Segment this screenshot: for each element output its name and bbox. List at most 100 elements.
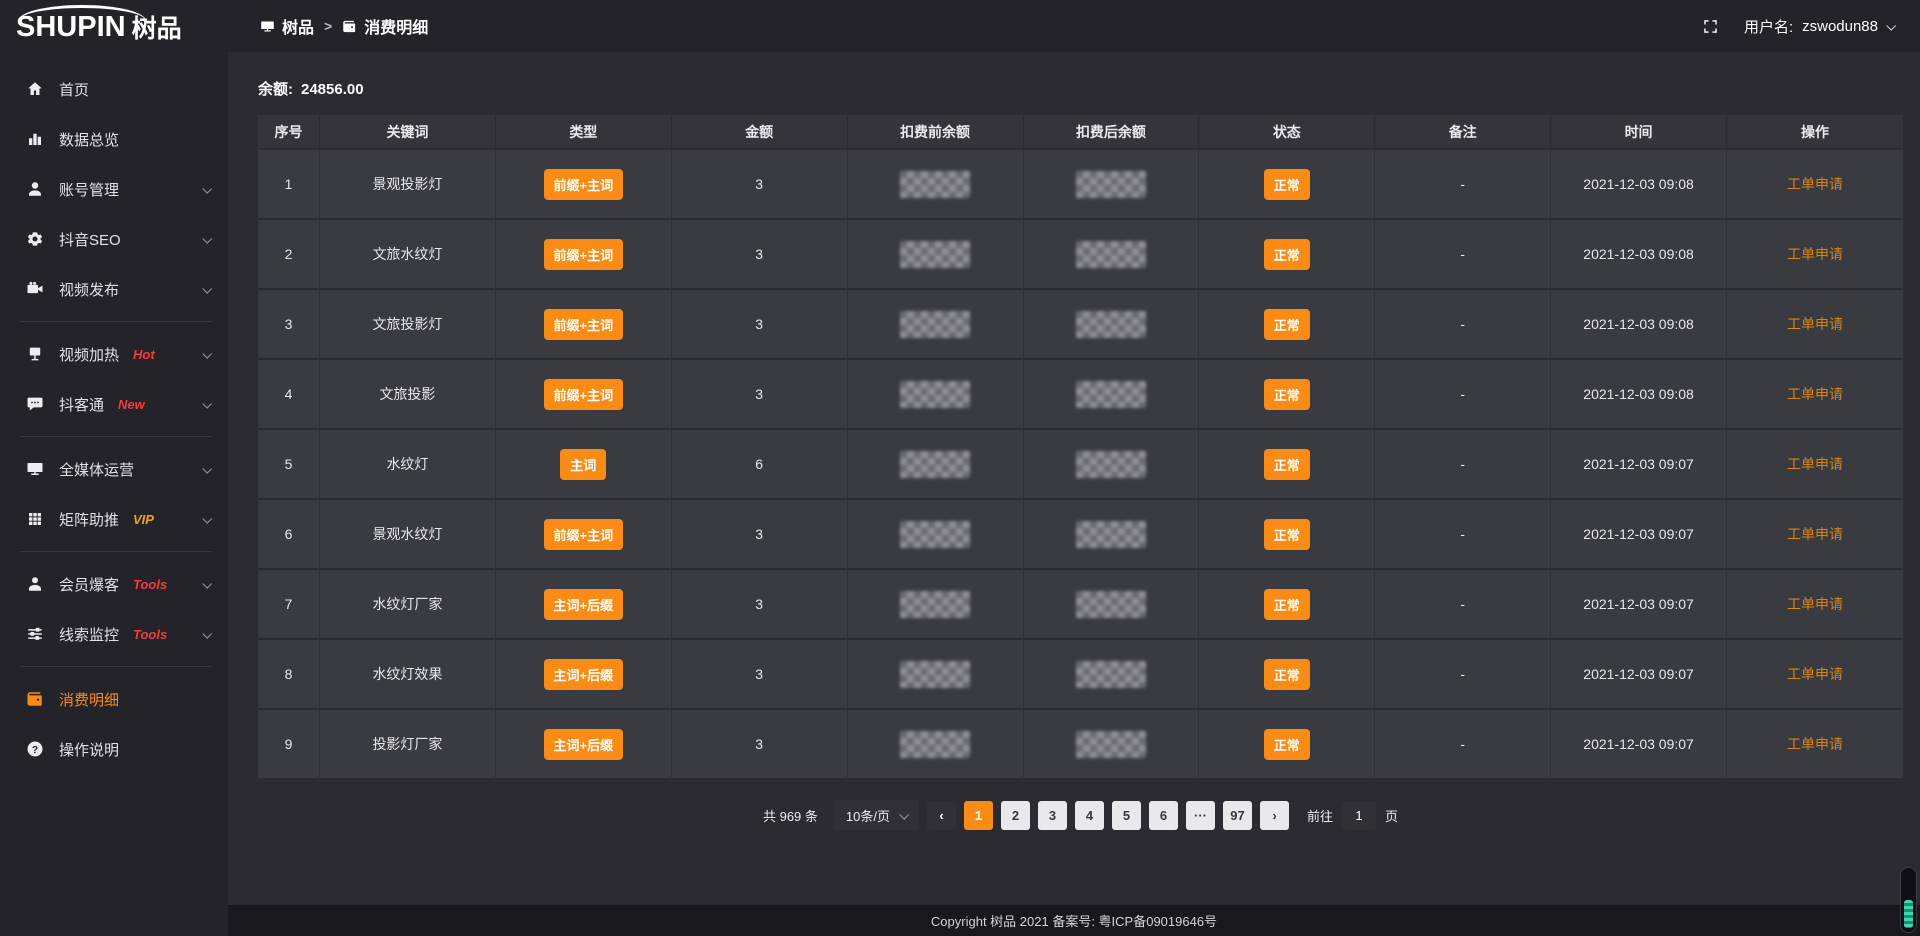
sidebar-item-首页[interactable]: 首页 <box>0 64 228 114</box>
page-button-3[interactable]: 3 <box>1038 801 1067 830</box>
ticket-request-link[interactable]: 工单申请 <box>1787 526 1843 542</box>
ticket-request-link[interactable]: 工单申请 <box>1787 596 1843 612</box>
pre-balance-cell <box>848 430 1024 500</box>
page-button-97[interactable]: 97 <box>1223 801 1252 830</box>
breadcrumb-item-消费明细[interactable]: 消费明细 <box>342 14 428 38</box>
sidebar-badge-Hot: Hot <box>133 347 155 362</box>
masked-balance <box>1076 661 1146 688</box>
sidebar-item-视频加热[interactable]: 视频加热Hot <box>0 329 228 379</box>
column-header-金额: 金额 <box>672 115 848 150</box>
ticket-request-link[interactable]: 工单申请 <box>1787 386 1843 402</box>
row-index-cell: 3 <box>258 290 320 360</box>
action-cell: 工单申请 <box>1727 570 1903 640</box>
time-cell: 2021-12-03 09:08 <box>1551 150 1727 220</box>
ticket-request-link[interactable]: 工单申请 <box>1787 316 1843 332</box>
amount-cell: 3 <box>672 220 848 290</box>
post-balance-cell <box>1024 640 1200 710</box>
keyword-cell: 水纹灯厂家 <box>320 570 496 640</box>
ticket-request-link[interactable]: 工单申请 <box>1787 176 1843 192</box>
masked-balance <box>1076 311 1146 338</box>
chat-icon <box>26 395 44 413</box>
pre-balance-cell <box>848 570 1024 640</box>
sidebar-badge-Tools: Tools <box>133 577 167 592</box>
next-page-button[interactable]: › <box>1260 801 1289 830</box>
page-button-2[interactable]: 2 <box>1001 801 1030 830</box>
chevron-down-icon <box>202 283 212 293</box>
masked-balance <box>1076 451 1146 478</box>
post-balance-cell <box>1024 220 1200 290</box>
goto-page: 前往页 <box>1307 801 1398 830</box>
page-size-select[interactable]: 10条/页 <box>834 800 919 830</box>
page-button-5[interactable]: 5 <box>1112 801 1141 830</box>
time-cell: 2021-12-03 09:08 <box>1551 220 1727 290</box>
row-index-cell: 1 <box>258 150 320 220</box>
sidebar-item-抖音SEO[interactable]: 抖音SEO <box>0 214 228 264</box>
time-cell: 2021-12-03 09:07 <box>1551 640 1727 710</box>
masked-balance <box>1076 731 1146 758</box>
pre-balance-cell <box>848 710 1024 780</box>
sidebar-item-视频发布[interactable]: 视频发布 <box>0 264 228 314</box>
row-index-cell: 5 <box>258 430 320 500</box>
sidebar-item-label: 首页 <box>59 79 89 100</box>
table-row: 4文旅投影前缀+主词3正常-2021-12-03 09:08工单申请 <box>258 360 1903 430</box>
ticket-request-link[interactable]: 工单申请 <box>1787 456 1843 472</box>
sidebar-item-消费明细[interactable]: 消费明细 <box>0 674 228 724</box>
chevron-down-icon <box>202 183 212 193</box>
status-badge: 正常 <box>1264 659 1310 690</box>
post-balance-cell <box>1024 500 1200 570</box>
page-button-1[interactable]: 1 <box>964 801 993 830</box>
fullscreen-icon[interactable] <box>1701 17 1720 36</box>
goto-page-input[interactable] <box>1342 801 1376 830</box>
sidebar-item-会员爆客[interactable]: 会员爆客Tools <box>0 559 228 609</box>
masked-balance <box>900 521 970 548</box>
sidebar-item-全媒体运营[interactable]: 全媒体运营 <box>0 444 228 494</box>
row-index-cell: 7 <box>258 570 320 640</box>
type-badge: 前缀+主词 <box>544 239 624 270</box>
table-row: 8水纹灯效果主词+后缀3正常-2021-12-03 09:07工单申请 <box>258 640 1903 710</box>
floating-widget[interactable] <box>1900 867 1917 933</box>
topbar: 树品>消费明细 用户名: zswodun88 <box>228 0 1920 52</box>
amount-cell: 3 <box>672 570 848 640</box>
pagination-ellipsis[interactable]: ··· <box>1186 801 1215 830</box>
row-index-cell: 4 <box>258 360 320 430</box>
sidebar-item-线索监控[interactable]: 线索监控Tools <box>0 609 228 659</box>
ticket-request-link[interactable]: 工单申请 <box>1787 736 1843 752</box>
remark-cell: - <box>1375 290 1551 360</box>
action-cell: 工单申请 <box>1727 290 1903 360</box>
ticket-request-link[interactable]: 工单申请 <box>1787 246 1843 262</box>
sidebar-divider <box>20 551 212 552</box>
sidebar-item-操作说明[interactable]: ?操作说明 <box>0 724 228 774</box>
breadcrumb-item-树品[interactable]: 树品 <box>260 14 314 38</box>
gear-icon <box>26 230 44 248</box>
type-badge: 前缀+主词 <box>544 309 624 340</box>
question-icon: ? <box>26 740 44 758</box>
pagination: 共 969 条10条/页‹123456···97›前往页 <box>258 800 1903 830</box>
sidebar-item-label: 全媒体运营 <box>59 459 134 480</box>
page-size-value: 10条/页 <box>846 806 890 825</box>
wallet-icon <box>342 19 357 34</box>
sidebar-item-数据总览[interactable]: 数据总览 <box>0 114 228 164</box>
consumption-table: 序号关键词类型金额扣费前余额扣费后余额状态备注时间操作 1景观投影灯前缀+主词3… <box>258 115 1903 780</box>
copyright-text: Copyright 树品 2021 备案号: 粤ICP备09019646号 <box>931 911 1217 930</box>
page-button-4[interactable]: 4 <box>1075 801 1104 830</box>
type-badge: 前缀+主词 <box>544 169 624 200</box>
sidebar-item-矩阵助推[interactable]: 矩阵助推VIP <box>0 494 228 544</box>
main-content: 余额:24856.00 序号关键词类型金额扣费前余额扣费后余额状态备注时间操作 … <box>228 52 1920 905</box>
chevron-down-icon <box>1886 20 1896 30</box>
sidebar-item-抖客通[interactable]: 抖客通New <box>0 379 228 429</box>
status-cell: 正常 <box>1199 640 1375 710</box>
prev-page-button[interactable]: ‹ <box>927 801 956 830</box>
user-menu[interactable]: 用户名: zswodun88 <box>1744 16 1894 37</box>
ticket-request-link[interactable]: 工单申请 <box>1787 666 1843 682</box>
balance-label: 余额: <box>258 81 293 98</box>
table-row: 6景观水纹灯前缀+主词3正常-2021-12-03 09:07工单申请 <box>258 500 1903 570</box>
amount-cell: 3 <box>672 150 848 220</box>
masked-balance <box>900 171 970 198</box>
page-button-6[interactable]: 6 <box>1149 801 1178 830</box>
post-balance-cell <box>1024 290 1200 360</box>
action-cell: 工单申请 <box>1727 150 1903 220</box>
goto-suffix: 页 <box>1385 806 1398 825</box>
user-icon <box>26 180 44 198</box>
sidebar-item-账号管理[interactable]: 账号管理 <box>0 164 228 214</box>
row-index-cell: 9 <box>258 710 320 780</box>
